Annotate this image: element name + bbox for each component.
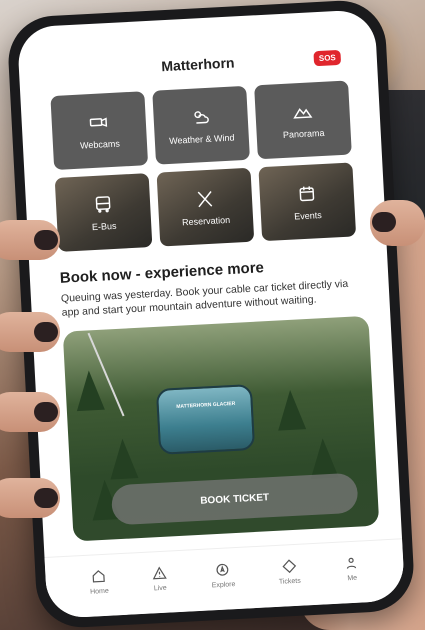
tile-label: E-Bus bbox=[91, 220, 117, 233]
hero-image: MATTERHORN GLACIER BOOK TICKET bbox=[62, 316, 380, 542]
compass-icon bbox=[216, 563, 229, 576]
tile-label: Events bbox=[293, 210, 322, 222]
nav-live[interactable]: Live bbox=[151, 565, 168, 593]
feature-grid: Webcams Weather & Wind Panorama E-Bus Re… bbox=[20, 71, 386, 254]
tile-label: Webcams bbox=[79, 138, 121, 151]
book-ticket-button[interactable]: BOOK TICKET bbox=[110, 472, 359, 526]
finger bbox=[0, 392, 60, 432]
cutlery-icon bbox=[197, 191, 213, 208]
tile-webcams[interactable]: Webcams bbox=[50, 91, 149, 171]
tile-label: Weather & Wind bbox=[168, 132, 235, 146]
finger bbox=[0, 312, 60, 352]
tile-label: Panorama bbox=[282, 127, 325, 140]
tile-reservation[interactable]: Reservation bbox=[156, 167, 255, 247]
finger bbox=[0, 478, 60, 518]
nav-explore[interactable]: Explore bbox=[211, 561, 236, 589]
nav-tickets[interactable]: Tickets bbox=[278, 558, 301, 586]
tile-events[interactable]: Events bbox=[258, 162, 357, 242]
ticket-icon bbox=[282, 559, 296, 574]
warning-icon bbox=[152, 566, 167, 580]
bottom-navigation: Home Live Explore Tickets Me bbox=[44, 538, 406, 619]
phone: Matterhorn SOS Webcams Weather & Wind Pa… bbox=[6, 0, 416, 630]
mountain-icon bbox=[293, 108, 313, 119]
fingernail bbox=[34, 230, 58, 250]
gondola: MATTERHORN GLACIER bbox=[155, 384, 256, 456]
nav-label: Home bbox=[89, 587, 110, 596]
nav-label: Me bbox=[347, 574, 358, 583]
home-icon bbox=[92, 570, 105, 583]
webcam-icon bbox=[89, 117, 108, 127]
bus-icon bbox=[95, 196, 111, 213]
weather-icon bbox=[194, 111, 209, 124]
nav-label: Explore bbox=[211, 581, 236, 590]
gondola-label: MATTERHORN GLACIER bbox=[176, 401, 236, 411]
nav-label: Tickets bbox=[278, 577, 301, 586]
page-title: Matterhorn bbox=[160, 54, 235, 75]
app-screen: Matterhorn SOS Webcams Weather & Wind Pa… bbox=[16, 9, 406, 619]
tree bbox=[74, 370, 105, 412]
finger bbox=[0, 220, 60, 260]
nav-me[interactable]: Me bbox=[343, 555, 360, 583]
sos-button[interactable]: SOS bbox=[313, 49, 342, 67]
tile-panorama[interactable]: Panorama bbox=[254, 80, 352, 160]
tile-label: Reservation bbox=[181, 214, 231, 228]
nav-home[interactable]: Home bbox=[89, 568, 109, 596]
tile-weather[interactable]: Weather & Wind bbox=[152, 85, 250, 165]
thumb bbox=[370, 200, 425, 246]
fingernail bbox=[34, 488, 58, 508]
nav-label: Live bbox=[153, 584, 167, 593]
fingernail bbox=[34, 322, 58, 342]
tree bbox=[108, 438, 139, 480]
user-icon bbox=[347, 557, 357, 569]
tile-ebus[interactable]: E-Bus bbox=[54, 173, 153, 252]
fingernail bbox=[34, 402, 58, 422]
tree bbox=[276, 389, 307, 431]
calendar-icon bbox=[299, 186, 315, 202]
thumbnail bbox=[372, 212, 396, 232]
